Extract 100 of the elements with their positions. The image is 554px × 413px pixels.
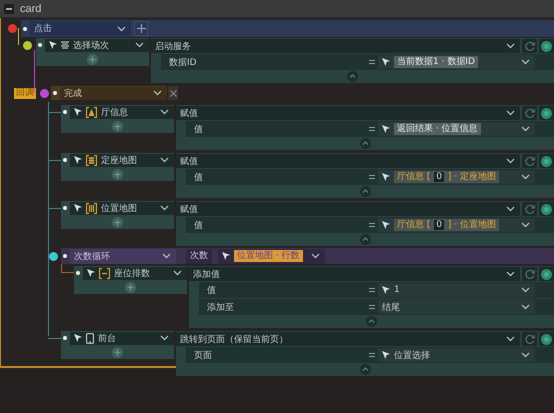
pointer-icon [222,252,230,260]
add-icon[interactable] [112,120,123,132]
reference-chip: 位置地图 · 行数 [234,250,303,262]
equals-icon [369,175,375,179]
chevron-down-icon [506,336,515,342]
value-dropdown[interactable]: 厅信息 [ 0 ] · 定座地图 [378,170,535,184]
node-dropdown[interactable]: 前台 [70,332,174,344]
loop-dropdown[interactable]: 次数循环 [70,248,176,264]
minus-icon[interactable] [4,4,14,14]
handle-dot [63,158,67,162]
chevron-down-icon [135,42,144,48]
add-button[interactable] [134,21,148,36]
connector-dot [49,252,58,261]
chevron-down-icon [506,110,515,116]
chevron-down-icon [160,205,169,211]
phone-icon [86,332,94,344]
close-icon [170,90,176,96]
collapse-icon[interactable] [360,364,370,375]
equals-icon [369,288,375,292]
pointer-icon [382,351,390,359]
pointer-icon [74,108,82,116]
node-dropdown[interactable]: 座位排数 [83,266,187,280]
chevron-down-icon [521,126,530,132]
action-dropdown[interactable]: 添加值 [189,267,520,281]
action-dropdown[interactable]: 赋值 [176,154,520,168]
collapse-icon[interactable] [360,186,370,197]
add-icon[interactable] [112,168,123,180]
refresh-icon[interactable] [524,156,534,166]
param-label: 添加至 [206,302,235,314]
chevron-down-icon [173,270,182,276]
value-dropdown[interactable]: 1 [378,283,535,297]
pointer-icon [382,173,390,181]
value-dropdown[interactable]: 当前数据1 · 数据ID [378,55,535,69]
collapse-icon[interactable] [360,234,370,245]
pointer-icon [74,156,82,164]
refresh-icon[interactable] [524,269,534,279]
bracket-dash-icon [99,268,110,278]
add-icon[interactable] [87,54,98,64]
action-dropdown[interactable]: 启动服务 [151,39,520,53]
collapse-icon[interactable] [360,138,370,149]
equals-icon [369,60,375,64]
collapse-icon[interactable] [347,71,358,82]
pointer-icon [382,221,390,229]
handle-dot [53,91,57,95]
close-button[interactable] [168,86,178,100]
connector-line [18,28,19,45]
toggle-icon[interactable] [541,40,552,52]
action-dropdown[interactable]: 赋值 [176,106,520,120]
chevron-down-icon [153,90,162,96]
value-dropdown[interactable]: 返回结果 · 位置信息 [378,122,535,136]
toggle-icon[interactable] [541,108,552,118]
node-dropdown[interactable]: 位置地图 [70,202,174,214]
chevron-down-icon [311,253,320,259]
chevron-down-icon [521,222,530,228]
chevron-down-icon [162,253,171,259]
node-dropdown[interactable]: 定座地图 [70,154,174,166]
refresh-icon[interactable] [524,108,534,118]
param-label: 页面 [193,350,213,362]
refresh-icon[interactable] [524,41,534,51]
event-dropdown[interactable]: 点击 [30,21,131,36]
chevron-down-icon [521,352,530,358]
reference-chip: 厅信息 [ 0 ] · 定座地图 [394,171,499,183]
count-label: 次数 [186,248,212,264]
refresh-icon[interactable] [524,334,534,344]
action-dropdown[interactable]: 赋值 [176,202,520,216]
pointer-icon [382,286,390,294]
toggle-icon[interactable] [541,334,552,344]
value-dropdown[interactable]: 位置选择 [378,348,535,362]
handle-dot [63,254,67,258]
bracket-triangle-icon [86,106,97,118]
equals-icon [369,223,375,227]
toggle-icon[interactable] [541,156,552,166]
toggle-icon[interactable] [541,268,552,280]
chevron-down-icon [521,304,530,310]
node-dropdown[interactable]: 选择场次 [45,38,149,52]
chevron-down-icon [506,271,515,277]
pointer-icon [74,204,82,212]
add-icon[interactable] [112,346,123,358]
refresh-icon[interactable] [524,204,534,214]
chevron-down-icon [506,43,515,49]
node-dropdown[interactable]: 厅信息 [70,106,174,118]
handle-dot [63,110,67,114]
param-label: 数据ID [168,56,198,68]
add-icon[interactable] [125,282,136,292]
action-dropdown[interactable]: 跳转到页面（保留当前页） [176,332,520,346]
connector-line [34,50,35,93]
add-icon[interactable] [112,216,123,228]
callback-dropdown[interactable]: 完成 [60,86,167,100]
collapse-icon[interactable] [366,316,377,327]
pointer-icon [382,125,390,133]
connector-dot [40,88,49,98]
chevron-down-icon [506,206,515,212]
value-dropdown[interactable]: 结尾 [378,300,535,314]
reference-chip: 厅信息 [ 0 ] · 位置地图 [394,219,499,231]
pointer-icon [49,41,57,49]
value-dropdown[interactable]: 厅信息 [ 0 ] · 位置地图 [378,218,535,232]
handle-dot [38,43,42,47]
toggle-icon[interactable] [541,204,552,214]
connector-line [48,338,61,339]
param-label: 值 [206,284,217,296]
